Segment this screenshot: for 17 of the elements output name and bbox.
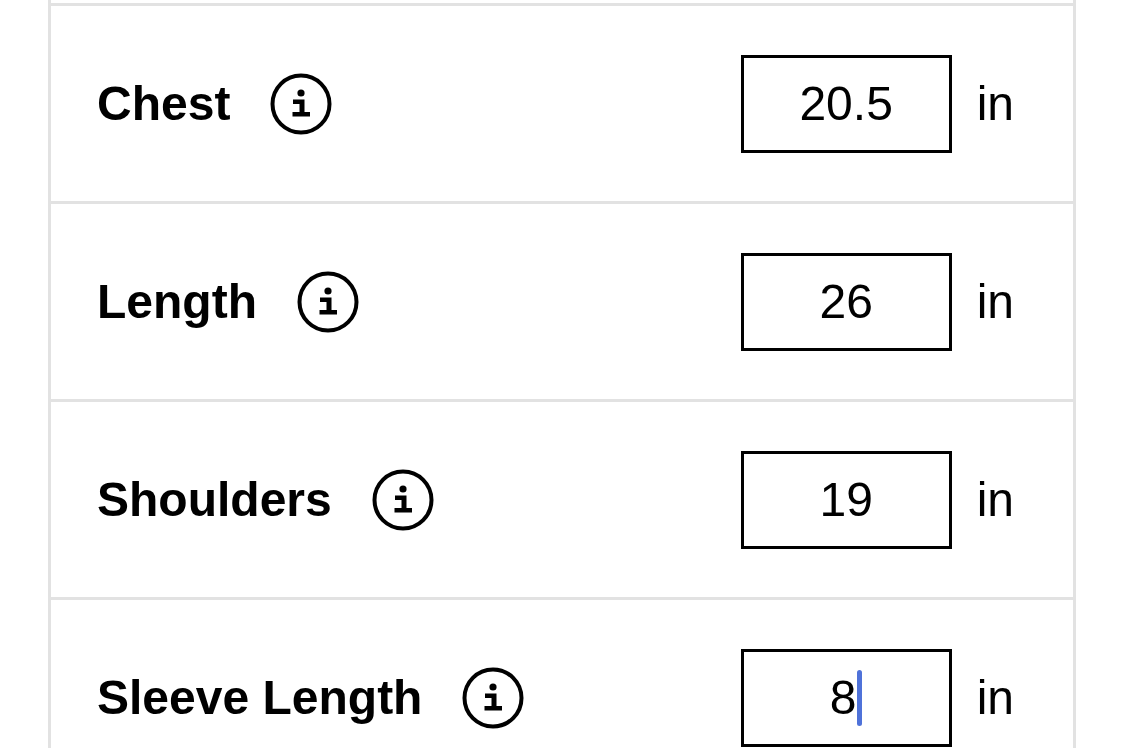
text-cursor-icon [857, 669, 863, 726]
measurement-input[interactable]: 20.5 [740, 54, 952, 153]
unit-label: in [976, 475, 1014, 524]
info-icon[interactable] [371, 468, 434, 531]
info-icon[interactable] [270, 72, 333, 135]
info-icon[interactable] [296, 270, 359, 333]
measurement-input[interactable]: 26 [740, 252, 952, 351]
measurement-input[interactable]: 19 [740, 450, 952, 549]
unit-label: in [976, 79, 1014, 128]
info-icon[interactable] [462, 666, 525, 729]
measurement-input[interactable]: 8 [740, 648, 952, 747]
unit-label: in [976, 673, 1014, 722]
unit-label: in [976, 277, 1014, 326]
measurement-label: Shoulders [97, 475, 332, 524]
measurement-label: Chest [97, 79, 231, 128]
measurement-label: Length [97, 277, 257, 326]
measurement-label: Sleeve Length [97, 673, 423, 722]
